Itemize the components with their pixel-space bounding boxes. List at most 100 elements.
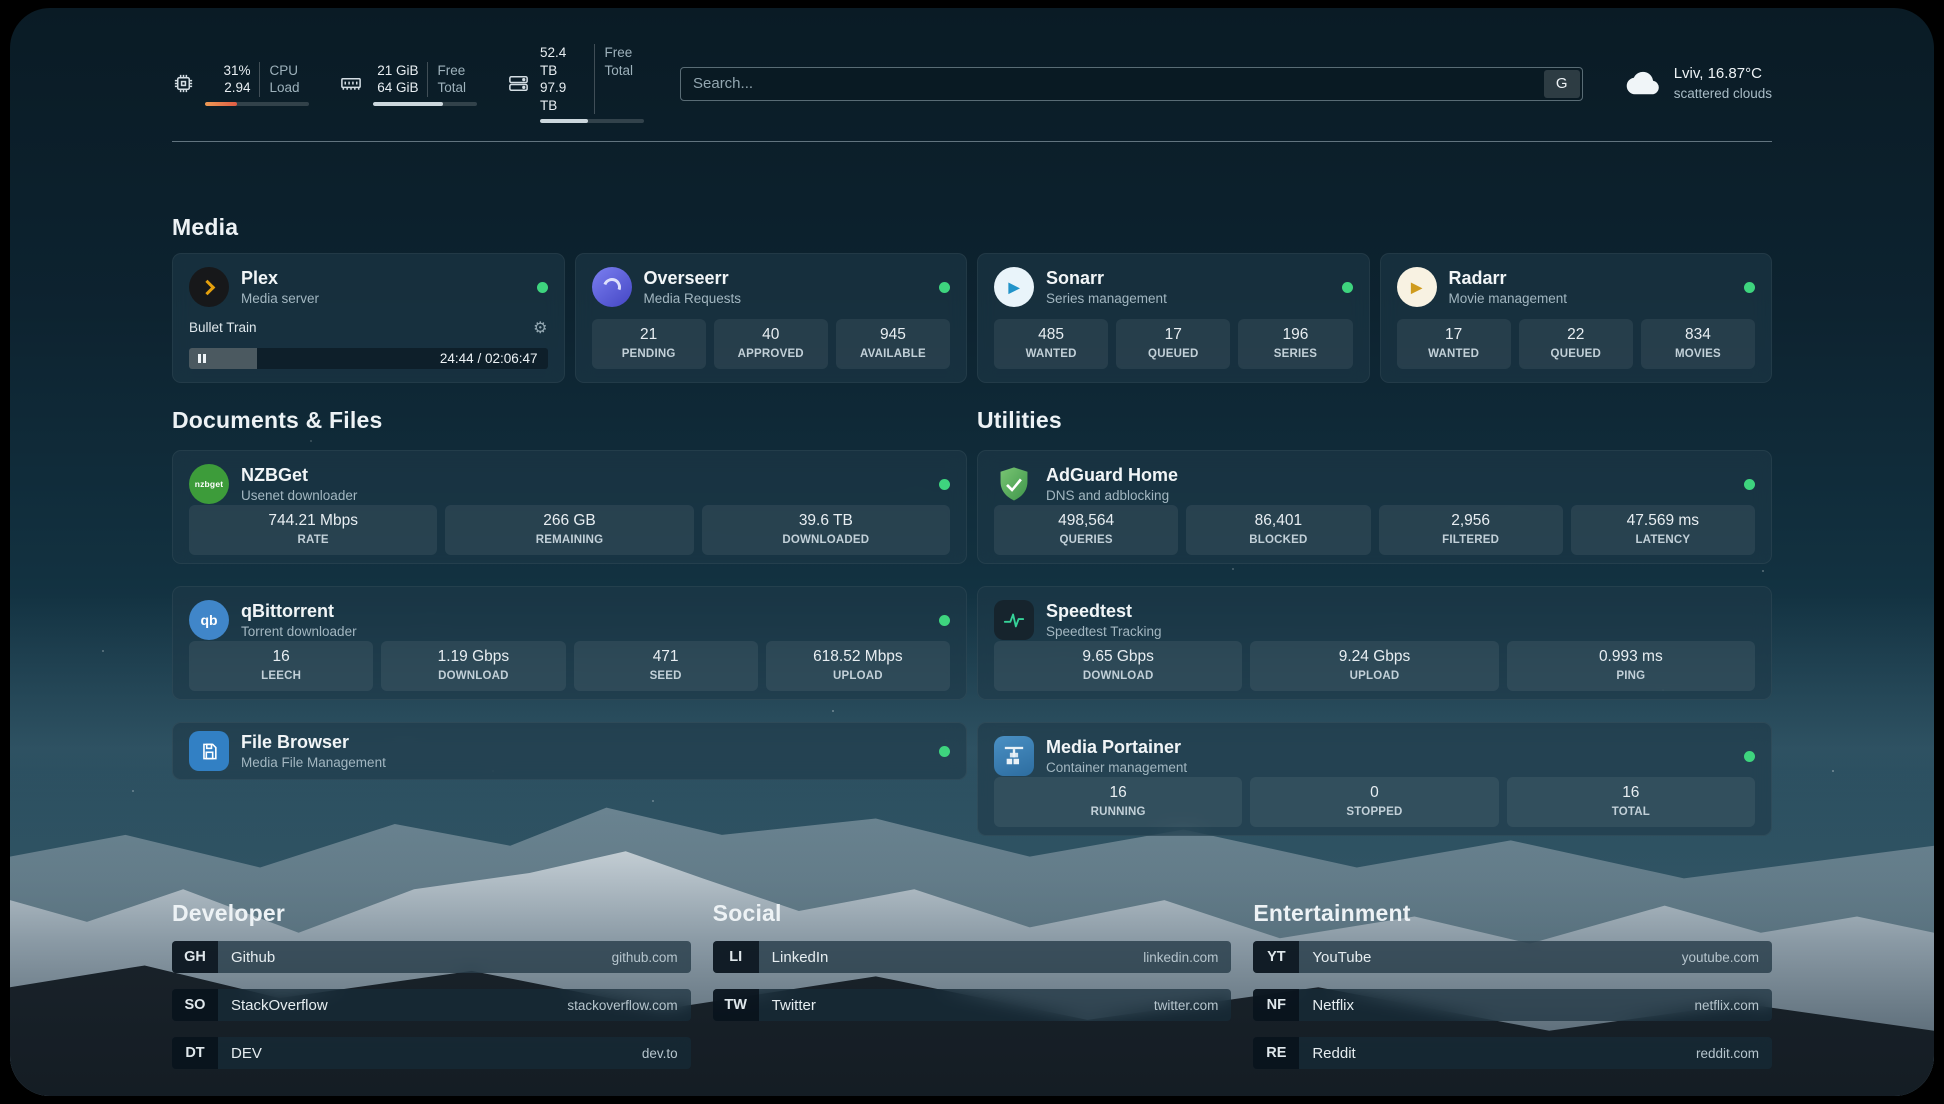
- service-name: File Browser: [241, 731, 386, 754]
- stat-label: PENDING: [596, 347, 702, 362]
- bookmark-url: github.com: [612, 950, 678, 965]
- stat-approved: 40 APPROVED: [714, 319, 828, 369]
- weather-condition: scattered clouds: [1674, 85, 1772, 103]
- service-card-speedtest[interactable]: Speedtest Speedtest Tracking 9.65 Gbps D…: [977, 586, 1772, 700]
- search-input[interactable]: [693, 75, 1544, 92]
- section-title-media: Media: [172, 214, 1772, 241]
- stat-value: 485: [998, 325, 1104, 345]
- pause-icon[interactable]: [198, 354, 206, 363]
- disk-total: 97.9 TB: [540, 79, 585, 114]
- status-dot: [939, 282, 950, 293]
- disk-widget: 52.4 TB 97.9 TB Free Total: [507, 44, 644, 123]
- status-dot: [537, 282, 548, 293]
- search-provider-button[interactable]: G: [1544, 70, 1580, 98]
- bookmark-abbr: TW: [713, 989, 759, 1021]
- stat-total: 16 TOTAL: [1507, 777, 1755, 827]
- bookmark-url: youtube.com: [1682, 950, 1759, 965]
- service-card-plex[interactable]: Plex Media server Bullet Train 24:44 / 0…: [172, 253, 565, 383]
- bookmark-netflix[interactable]: NF Netflix netflix.com: [1253, 989, 1772, 1021]
- playback-progress-bar: 24:44 / 02:06:47: [189, 348, 548, 369]
- bookmark-name: DEV: [231, 1045, 262, 1062]
- stat-value: 21: [596, 325, 702, 345]
- service-card-sonarr[interactable]: Sonarr Series management 485 WANTED 17 Q…: [977, 253, 1370, 383]
- stat-value: 9.24 Gbps: [1254, 647, 1494, 667]
- cpu-load: 2.94: [224, 79, 250, 97]
- section-title-utilities: Utilities: [977, 407, 1772, 434]
- service-name: Speedtest: [1046, 600, 1162, 623]
- bookmark-name: Github: [231, 949, 275, 966]
- service-card-radarr[interactable]: Radarr Movie management 17 WANTED 22 QUE…: [1380, 253, 1773, 383]
- stat-label: LATENCY: [1575, 533, 1751, 548]
- stat-label: WANTED: [998, 347, 1104, 362]
- stat-value: 16: [193, 647, 369, 667]
- stat-value: 9.65 Gbps: [998, 647, 1238, 667]
- plex-icon: [189, 267, 229, 307]
- stat-label: TOTAL: [1511, 805, 1751, 820]
- stat-pending: 21 PENDING: [592, 319, 706, 369]
- bookmark-url: twitter.com: [1154, 998, 1219, 1013]
- service-card-portainer[interactable]: Media Portainer Container management 16 …: [977, 722, 1772, 836]
- bookmark-url: linkedin.com: [1143, 950, 1218, 965]
- status-dot: [1744, 751, 1755, 762]
- stat-value: 266 GB: [449, 511, 689, 531]
- bookmark-name: YouTube: [1312, 949, 1371, 966]
- service-name: Media Portainer: [1046, 736, 1187, 759]
- service-name: Sonarr: [1046, 267, 1167, 290]
- status-dot: [1342, 282, 1353, 293]
- stat-queued: 17 QUEUED: [1116, 319, 1230, 369]
- stat-filtered: 2,956 FILTERED: [1379, 505, 1563, 555]
- bookmark-twitter[interactable]: TW Twitter twitter.com: [713, 989, 1232, 1021]
- stat-label: SEED: [578, 669, 754, 684]
- bookmark-abbr: RE: [1253, 1037, 1299, 1069]
- stat-latency: 47.569 ms LATENCY: [1571, 505, 1755, 555]
- cpu-icon: [172, 72, 195, 95]
- stat-value: 834: [1645, 325, 1751, 345]
- system-resources: 31% 2.94 CPU Load: [172, 44, 644, 123]
- memory-icon: [339, 72, 363, 95]
- disk-total-label: Total: [604, 62, 644, 80]
- service-card-nzbget[interactable]: nzbget NZBGet Usenet downloader 744.21 M…: [172, 450, 967, 564]
- stat-label: RATE: [193, 533, 433, 548]
- bookmark-group-social: Social LI LinkedIn linkedin.com TW Twitt…: [713, 900, 1232, 1069]
- bookmark-abbr: GH: [172, 941, 218, 973]
- stat-value: 0: [1254, 783, 1494, 803]
- service-card-overseerr[interactable]: Overseerr Media Requests 21 PENDING 40 A…: [575, 253, 968, 383]
- section-title-developer: Developer: [172, 900, 691, 927]
- section-title-documents: Documents & Files: [172, 407, 967, 434]
- stat-download: 9.65 Gbps DOWNLOAD: [994, 641, 1242, 691]
- stat-value: 47.569 ms: [1575, 511, 1751, 531]
- bookmark-linkedin[interactable]: LI LinkedIn linkedin.com: [713, 941, 1232, 973]
- service-name: Radarr: [1449, 267, 1568, 290]
- bookmark-reddit[interactable]: RE Reddit reddit.com: [1253, 1037, 1772, 1069]
- stat-available: 945 AVAILABLE: [836, 319, 950, 369]
- bookmark-stackoverflow[interactable]: SO StackOverflow stackoverflow.com: [172, 989, 691, 1021]
- stat-value: 196: [1242, 325, 1348, 345]
- disk-bar: [540, 119, 644, 123]
- stat-value: 945: [840, 325, 946, 345]
- service-card-qbittorrent[interactable]: qb qBittorrent Torrent downloader 16 LEE…: [172, 586, 967, 700]
- bookmark-dev[interactable]: DT DEV dev.to: [172, 1037, 691, 1069]
- stat-value: 498,564: [998, 511, 1174, 531]
- stat-series: 196 SERIES: [1238, 319, 1352, 369]
- stat-movies: 834 MOVIES: [1641, 319, 1755, 369]
- bookmark-youtube[interactable]: YT YouTube youtube.com: [1253, 941, 1772, 973]
- stat-downloaded: 39.6 TB DOWNLOADED: [702, 505, 950, 555]
- stat-label: SERIES: [1242, 347, 1348, 362]
- gear-icon[interactable]: [533, 318, 547, 338]
- stat-value: 0.993 ms: [1511, 647, 1751, 667]
- service-card-filebrowser[interactable]: File Browser Media File Management: [172, 722, 967, 780]
- service-card-adguard[interactable]: AdGuard Home DNS and adblocking 498,564 …: [977, 450, 1772, 564]
- memory-bar: [373, 102, 477, 106]
- stat-label: FILTERED: [1383, 533, 1559, 548]
- documents-column: Documents & Files nzbget NZBGet Usenet d…: [172, 407, 967, 836]
- stat-upload: 618.52 Mbps UPLOAD: [766, 641, 950, 691]
- stat-wanted: 17 WANTED: [1397, 319, 1511, 369]
- memory-total-label: Total: [437, 79, 477, 97]
- service-desc: Series management: [1046, 291, 1167, 308]
- playback-time: 24:44 / 02:06:47: [440, 351, 538, 366]
- service-name: NZBGet: [241, 464, 357, 487]
- bookmark-name: Twitter: [772, 997, 816, 1014]
- bookmark-name: StackOverflow: [231, 997, 328, 1014]
- bookmark-github[interactable]: GH Github github.com: [172, 941, 691, 973]
- stat-value: 17: [1120, 325, 1226, 345]
